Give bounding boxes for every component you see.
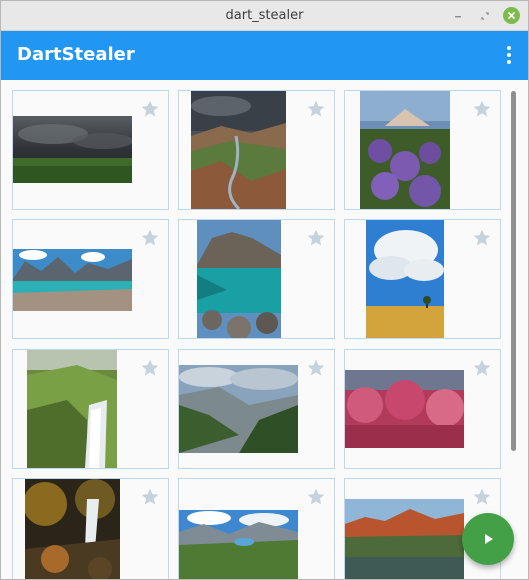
star-outline-icon[interactable] [306,99,326,119]
image-thumbnail[interactable] [25,479,120,580]
star-outline-icon[interactable] [306,228,326,248]
image-card[interactable] [178,478,335,580]
star-outline-icon[interactable] [306,358,326,378]
app-window: dart_stealer DartStealer [0,0,529,580]
star-outline-icon[interactable] [472,99,492,119]
app-bar: DartStealer [1,31,528,80]
play-button[interactable] [462,513,514,565]
maximize-icon[interactable] [476,7,494,25]
image-thumbnail[interactable] [179,510,298,580]
image-thumbnail[interactable] [360,91,450,209]
star-outline-icon[interactable] [472,228,492,248]
image-grid[interactable] [1,80,528,580]
star-outline-icon[interactable] [472,358,492,378]
star-outline-icon[interactable] [306,487,326,507]
app-title: DartStealer [17,44,135,65]
image-thumbnail[interactable] [13,116,132,183]
window-titlebar[interactable]: dart_stealer [1,1,528,31]
star-outline-icon[interactable] [140,228,160,248]
image-thumbnail[interactable] [366,220,444,338]
image-thumbnail[interactable] [345,370,464,448]
star-outline-icon[interactable] [140,99,160,119]
image-card[interactable] [178,219,335,339]
image-thumbnail[interactable] [345,499,464,580]
star-outline-icon[interactable] [140,487,160,507]
image-card[interactable] [344,90,501,210]
image-card[interactable] [344,349,501,469]
image-thumbnail[interactable] [13,249,132,311]
image-card[interactable] [12,478,169,580]
image-thumbnail[interactable] [197,220,281,338]
image-thumbnail[interactable] [191,91,286,209]
image-card[interactable] [344,219,501,339]
image-card[interactable] [12,90,169,210]
minimize-icon[interactable] [449,7,467,25]
play-icon [485,534,493,544]
image-thumbnail[interactable] [27,350,117,468]
close-icon[interactable] [503,7,520,24]
image-thumbnail[interactable] [179,365,298,453]
image-card[interactable] [178,349,335,469]
image-card[interactable] [12,349,169,469]
image-card[interactable] [12,219,169,339]
image-card[interactable] [178,90,335,210]
vertical-scrollbar[interactable] [511,91,516,451]
star-outline-icon[interactable] [472,487,492,507]
more-vert-icon[interactable] [499,43,519,67]
star-outline-icon[interactable] [140,358,160,378]
